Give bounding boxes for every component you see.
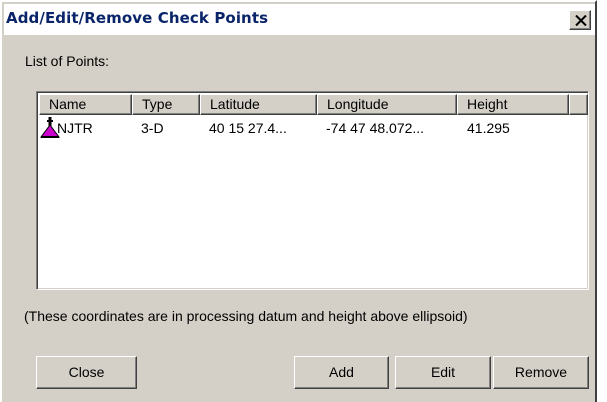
- dialog-title: Add/Edit/Remove Check Points: [6, 9, 269, 27]
- column-header-name[interactable]: Name: [39, 94, 132, 115]
- column-header-height[interactable]: Height: [457, 94, 569, 115]
- edit-button[interactable]: Edit: [395, 356, 491, 389]
- points-list[interactable]: Name Type Latitude Longitude Height NJTR…: [36, 91, 589, 290]
- close-button[interactable]: Close: [36, 356, 137, 389]
- column-header-latitude[interactable]: Latitude: [200, 94, 317, 115]
- remove-button[interactable]: Remove: [493, 356, 589, 389]
- column-header-filler: [569, 94, 588, 115]
- list-of-points-label: List of Points:: [25, 53, 110, 69]
- title-bar[interactable]: Add/Edit/Remove Check Points: [4, 4, 595, 35]
- column-header-longitude[interactable]: Longitude: [317, 94, 457, 115]
- cell-longitude: -74 47 48.072...: [326, 120, 425, 136]
- cell-height: 41.295: [467, 120, 510, 136]
- cell-type: 3-D: [141, 120, 164, 136]
- cell-name: NJTR: [57, 120, 93, 136]
- close-icon: [575, 15, 587, 26]
- cell-latitude: 40 15 27.4...: [209, 120, 287, 136]
- coordinates-note: (These coordinates are in processing dat…: [24, 308, 468, 324]
- window-close-button[interactable]: [569, 10, 591, 30]
- check-points-dialog: Add/Edit/Remove Check Points List of Poi…: [0, 0, 597, 402]
- column-header-type[interactable]: Type: [132, 94, 200, 115]
- add-button[interactable]: Add: [294, 356, 389, 389]
